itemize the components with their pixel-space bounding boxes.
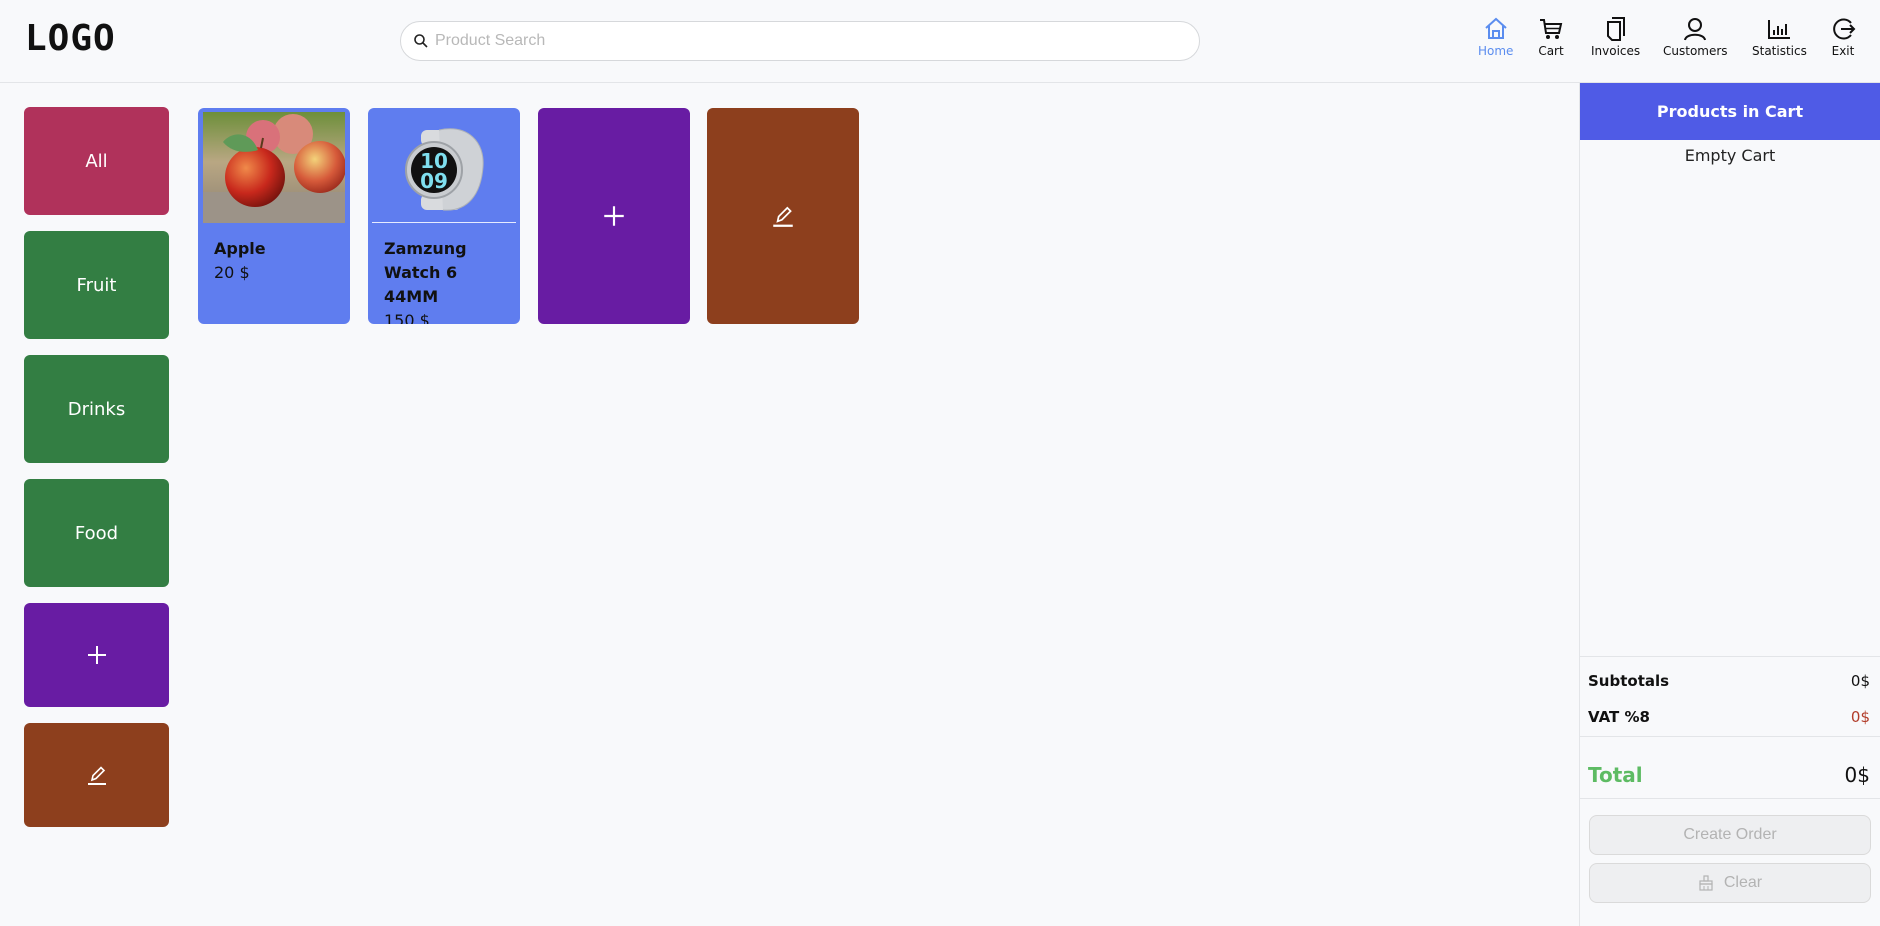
product-price: 20 $ (214, 263, 250, 282)
nav-exit[interactable]: Exit (1830, 16, 1856, 58)
category-label: Food (74, 522, 119, 544)
vat-value: 0$ (1850, 707, 1870, 726)
product-card-watch[interactable]: 10 09 Zamzung Watch 6 44MM 150 $ (368, 108, 520, 324)
logo: LOGO (25, 18, 116, 59)
apple-image (203, 112, 345, 223)
nav-cart-label: Cart (1538, 44, 1564, 58)
nav-home[interactable]: Home (1478, 16, 1513, 58)
nav-statistics-label: Statistics (1752, 44, 1807, 58)
nav-home-label: Home (1478, 44, 1514, 58)
card-divider (372, 222, 516, 223)
nav-invoices[interactable]: Invoices (1591, 16, 1640, 58)
bar-chart-icon (1768, 20, 1791, 39)
product-name: Zamzung Watch 6 44MM (384, 239, 467, 306)
cart-totals: Subtotals 0$ VAT %8 0$ Total 0$ (1580, 656, 1880, 799)
edit-category-button[interactable] (24, 723, 169, 827)
subtotal-value: 0$ (1850, 672, 1870, 690)
plus-icon (87, 646, 106, 664)
category-food[interactable]: Food (24, 479, 169, 587)
category-label: Fruit (76, 274, 117, 296)
cart-title: Products in Cart (1580, 83, 1880, 140)
create-order-button[interactable]: Create Order (1589, 815, 1871, 855)
total-label: Total (1588, 762, 1643, 787)
svg-text:09: 09 (420, 169, 448, 193)
product-search-bar[interactable] (400, 21, 1200, 61)
vat-label: VAT %8 (1588, 707, 1650, 726)
logout-icon (1833, 18, 1856, 40)
total-row: Total 0$ (1580, 737, 1880, 799)
category-drinks[interactable]: Drinks (24, 355, 169, 463)
product-name: Apple (214, 239, 266, 258)
user-icon (1684, 18, 1707, 41)
subtotal-label: Subtotals (1588, 672, 1670, 690)
plus-icon (604, 206, 624, 226)
product-price: 150 $ (384, 311, 430, 324)
product-info: Zamzung Watch 6 44MM 150 $ (384, 237, 514, 324)
nav-invoices-label: Invoices (1591, 44, 1641, 58)
top-header: LOGO Home Cart Invoices Customers Statis… (0, 0, 1880, 83)
cart-icon (1540, 19, 1563, 39)
category-label: Drinks (67, 398, 126, 420)
add-category-button[interactable] (24, 603, 169, 707)
edit-product-button[interactable] (707, 108, 859, 324)
home-icon (1485, 17, 1507, 39)
pencil-icon (773, 206, 793, 227)
category-all[interactable]: All (24, 107, 169, 215)
nav-cart[interactable]: Cart (1538, 16, 1564, 58)
nav-customers[interactable]: Customers (1663, 16, 1728, 58)
search-icon (414, 34, 428, 48)
empty-cart-text: Empty Cart (1684, 146, 1776, 165)
product-card-apple[interactable]: Apple 20 $ (198, 108, 350, 324)
vat-row: VAT %8 0$ (1580, 697, 1880, 737)
add-product-button[interactable] (538, 108, 690, 324)
create-order-label: Create Order (1683, 826, 1777, 843)
nav-exit-label: Exit (1831, 44, 1855, 58)
category-label: All (85, 150, 108, 172)
search-input[interactable] (435, 32, 1199, 50)
cart-panel: Products in Cart Empty Cart Subtotals 0$… (1579, 83, 1880, 926)
total-value: 0$ (1844, 762, 1870, 787)
broom-icon (1699, 875, 1713, 891)
nav-statistics[interactable]: Statistics (1752, 16, 1807, 58)
product-info: Apple 20 $ (214, 237, 344, 285)
watch-image: 10 09 (405, 128, 484, 211)
clear-cart-button[interactable]: Clear (1589, 863, 1871, 903)
pencil-icon (87, 766, 106, 785)
nav-customers-label: Customers (1663, 44, 1728, 58)
category-fruit[interactable]: Fruit (24, 231, 169, 339)
invoices-icon (1606, 17, 1625, 41)
clear-label: Clear (1723, 874, 1763, 891)
subtotal-row: Subtotals 0$ (1580, 657, 1880, 697)
